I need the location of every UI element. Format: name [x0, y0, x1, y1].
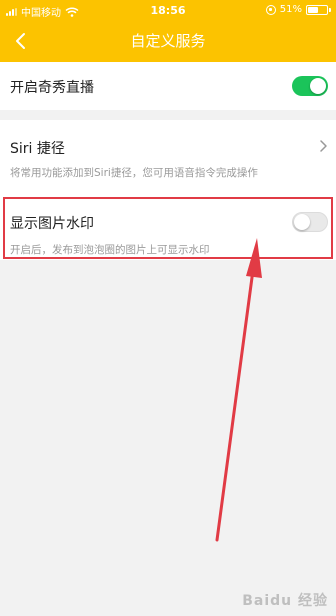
battery-percent: 51% [279, 4, 302, 15]
siri-label: Siri 捷径 [10, 141, 65, 157]
siri-description: 将常用功能添加到Siri捷径，您可用语音指令完成操作 [10, 167, 258, 179]
setting-row-siri[interactable]: Siri 捷径 将常用功能添加到Siri捷径，您可用语音指令完成操作 [0, 120, 336, 190]
battery-icon [306, 4, 331, 15]
back-button[interactable] [6, 26, 36, 56]
annotation-highlight-box [3, 197, 333, 259]
status-right: 51% [265, 4, 331, 15]
live-label: 开启奇秀直播 [10, 80, 94, 96]
setting-row-live: 开启奇秀直播 [0, 62, 336, 110]
baidu-watermark-logo: Baidu 经验 [242, 593, 328, 609]
app-header: 中国移动 18:56 51% 自定义服务 [0, 0, 336, 62]
live-toggle[interactable] [292, 76, 328, 96]
rotation-lock-icon [265, 4, 276, 15]
status-bar: 中国移动 18:56 51% [0, 0, 336, 20]
page-title: 自定义服务 [130, 32, 206, 50]
chevron-left-icon [16, 33, 25, 49]
toggle-knob [310, 78, 326, 94]
nav-bar: 自定义服务 [0, 20, 336, 62]
chevron-right-icon [320, 140, 327, 152]
